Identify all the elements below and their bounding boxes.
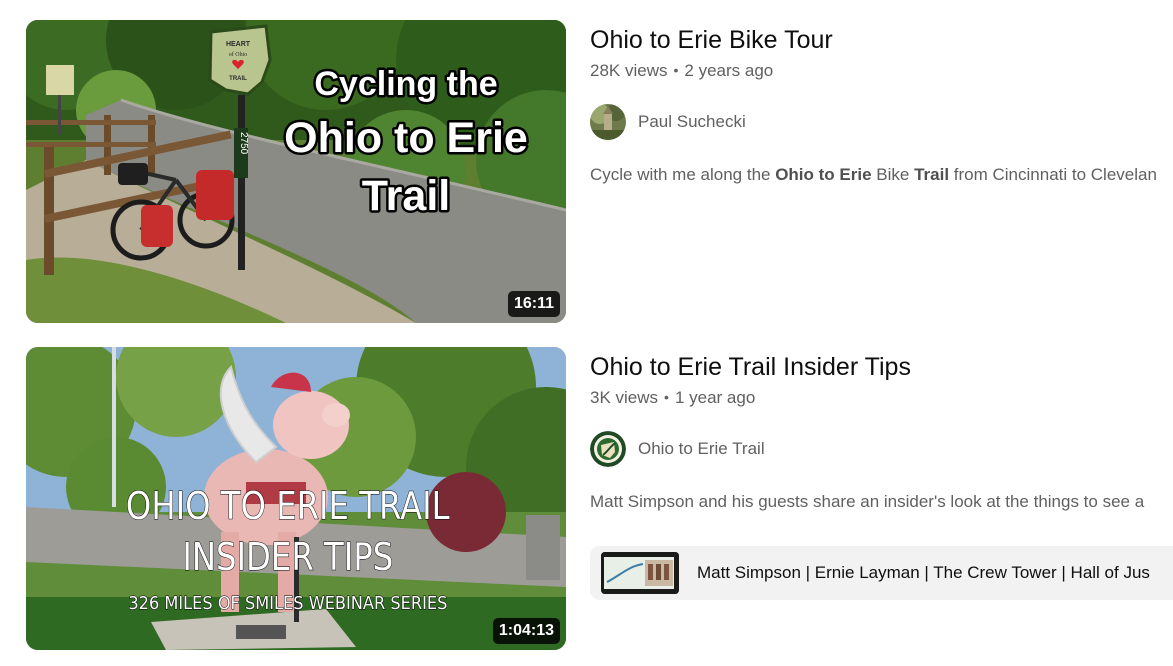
video-thumbnail[interactable]: 2750 HEART of Ohio TRAIL Cycling the Ohi… — [26, 20, 566, 323]
channel-avatar[interactable] — [590, 431, 626, 467]
channel-link[interactable]: Paul Suchecki — [590, 104, 746, 140]
thumbnail-image-bike-trail: 2750 HEART of Ohio TRAIL Cycling the Ohi… — [26, 20, 566, 323]
video-result: OHIO TO ERIE TRAIL INSIDER TIPS 326 MILE… — [26, 347, 1173, 650]
chapter-thumbnail — [601, 552, 679, 594]
view-count: 3K views — [590, 388, 659, 407]
thumbnail-series-line: 326 MILES OF SMILES WEBINAR SERIES — [128, 593, 447, 614]
video-title[interactable]: Ohio to Erie Bike Tour — [590, 23, 833, 57]
upload-age: 1 year ago — [674, 388, 756, 407]
desc-highlight: Trail — [914, 165, 950, 184]
duration-badge: 16:11 — [507, 291, 560, 317]
video-stats: 28K views • 2 years ago — [590, 61, 773, 81]
separator-dot: • — [664, 389, 669, 405]
video-thumbnail[interactable]: OHIO TO ERIE TRAIL INSIDER TIPS 326 MILE… — [26, 347, 566, 650]
channel-link[interactable]: Ohio to Erie Trail — [590, 431, 765, 467]
channel-name: Paul Suchecki — [638, 112, 746, 131]
sign-text-bottom: TRAIL — [229, 76, 247, 82]
post-number: 2750 — [238, 132, 249, 155]
sign-text-mid: of Ohio — [229, 51, 248, 58]
channel-name: Ohio to Erie Trail — [638, 439, 765, 458]
view-count: 28K views — [590, 61, 668, 80]
upload-age: 2 years ago — [684, 61, 774, 80]
video-description: Cycle with me along the Ohio to Erie Bik… — [590, 165, 1157, 185]
chapter-titles: Matt Simpson | Ernie Layman | The Crew T… — [697, 563, 1150, 582]
chapter-map-image — [601, 552, 679, 594]
thumbnail-image-pig-statue: OHIO TO ERIE TRAIL INSIDER TIPS 326 MILE… — [26, 347, 566, 650]
thumbnail-overlay-line-2: INSIDER TIPS — [182, 536, 393, 580]
ohio-to-erie-logo-icon — [590, 431, 626, 467]
thumbnail-overlay-line-2: Ohio to Erie — [284, 114, 528, 162]
thumbnail-overlay-line-1: OHIO TO ERIE TRAIL — [126, 485, 450, 529]
desc-highlight: Ohio to Erie — [775, 165, 872, 184]
desc-text: Cycle with me along the — [590, 165, 776, 184]
thumbnail-overlay-line-1: Cycling the — [314, 65, 497, 103]
desc-text: Bike — [871, 165, 915, 184]
search-results: 2750 HEART of Ohio TRAIL Cycling the Ohi… — [0, 0, 1173, 666]
video-meta: Ohio to Erie Trail Insider Tips 3K views… — [590, 347, 1173, 650]
channel-avatar[interactable] — [590, 104, 626, 140]
separator-dot: • — [673, 62, 679, 78]
key-moments-chapters[interactable]: Matt Simpson | Ernie Layman | The Crew T… — [590, 546, 1173, 600]
video-result: 2750 HEART of Ohio TRAIL Cycling the Ohi… — [26, 20, 1173, 323]
video-description: Matt Simpson and his guests share an ins… — [590, 492, 1145, 511]
avatar-image — [590, 104, 626, 140]
video-stats: 3K views • 1 year ago — [590, 388, 755, 408]
thumbnail-overlay-line-3: Trail — [362, 172, 450, 220]
sign-text-top: HEART — [226, 41, 251, 48]
video-title[interactable]: Ohio to Erie Trail Insider Tips — [590, 350, 911, 384]
video-meta: Ohio to Erie Bike Tour 28K views • 2 years… — [590, 20, 1173, 323]
duration-badge: 1:04:13 — [492, 618, 560, 644]
desc-text: from Cincinnati to Clevelan — [949, 165, 1157, 184]
